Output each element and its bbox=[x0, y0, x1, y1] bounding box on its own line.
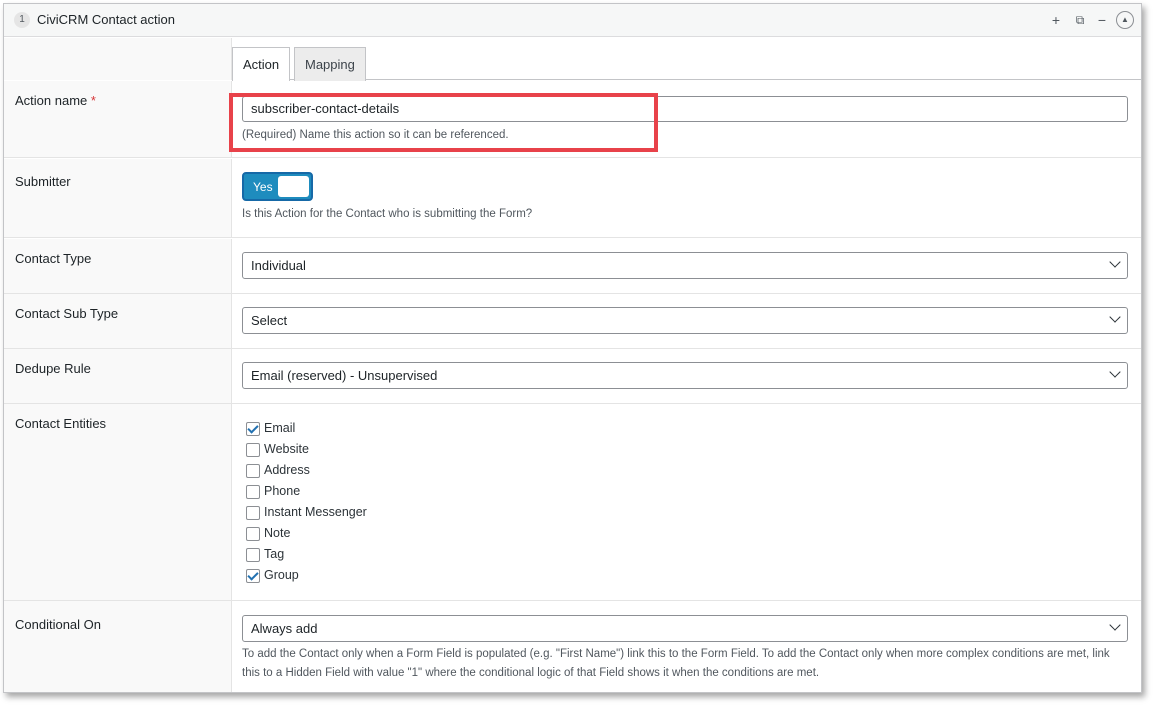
panel-title: CiviCRM Contact action bbox=[37, 12, 175, 27]
tabs-bar: Action Mapping bbox=[4, 38, 1141, 81]
action-name-label: Action name * bbox=[4, 81, 232, 157]
field-row-contact-sub-type: Contact Sub Type Select bbox=[4, 294, 1141, 349]
submitter-description: Is this Action for the Contact who is su… bbox=[242, 208, 533, 220]
field-row-conditional-on: Conditional On Always add To add the Con… bbox=[4, 601, 1141, 692]
checkbox-note[interactable] bbox=[246, 527, 260, 541]
conditional-on-description-line1: To add the Contact only when a Form Fiel… bbox=[242, 648, 1110, 660]
checkbox-website[interactable] bbox=[246, 443, 260, 457]
required-marker: * bbox=[90, 93, 96, 108]
tab-mapping[interactable]: Mapping bbox=[294, 47, 366, 81]
field-row-submitter: Submitter Yes Is this Action for the Con… bbox=[4, 159, 1141, 238]
checkbox-tag[interactable] bbox=[246, 548, 260, 562]
conditional-on-select[interactable]: Always add bbox=[242, 615, 1128, 642]
chevron-down-icon bbox=[1109, 619, 1121, 631]
chevron-down-icon bbox=[1109, 311, 1121, 323]
dedupe-rule-label: Dedupe Rule bbox=[4, 349, 232, 403]
field-row-contact-entities: Contact Entities Email Website Address P… bbox=[4, 404, 1141, 601]
checkbox-instant-messenger[interactable] bbox=[246, 506, 260, 520]
add-icon[interactable]: + bbox=[1048, 11, 1064, 29]
panel-header: 1 CiviCRM Contact action + ⧉ − ▲ bbox=[4, 4, 1141, 37]
tab-action[interactable]: Action bbox=[232, 47, 291, 81]
duplicate-icon[interactable]: ⧉ bbox=[1072, 11, 1088, 29]
conditional-on-label: Conditional On bbox=[4, 601, 232, 692]
remove-icon[interactable]: − bbox=[1094, 11, 1110, 29]
submitter-toggle[interactable]: Yes bbox=[242, 172, 313, 201]
row-number-badge: 1 bbox=[14, 12, 30, 28]
checkbox-group[interactable] bbox=[246, 569, 260, 583]
toggle-knob bbox=[278, 176, 309, 197]
action-panel: 1 CiviCRM Contact action + ⧉ − ▲ Action … bbox=[3, 3, 1142, 693]
highlight-box bbox=[229, 93, 658, 152]
field-row-contact-type: Contact Type Individual bbox=[4, 239, 1141, 294]
field-row-dedupe-rule: Dedupe Rule Email (reserved) - Unsupervi… bbox=[4, 349, 1141, 404]
toggle-yes-label: Yes bbox=[253, 180, 273, 194]
contact-sub-type-label: Contact Sub Type bbox=[4, 294, 232, 348]
chevron-down-icon bbox=[1109, 366, 1121, 378]
contact-type-select[interactable]: Individual bbox=[242, 252, 1128, 279]
dedupe-rule-select[interactable]: Email (reserved) - Unsupervised bbox=[242, 362, 1128, 389]
collapse-icon[interactable]: ▲ bbox=[1116, 11, 1134, 29]
chevron-down-icon bbox=[1109, 256, 1121, 268]
checkbox-address[interactable] bbox=[246, 464, 260, 478]
submitter-label: Submitter bbox=[4, 159, 232, 237]
conditional-on-description-line2: this to a Hidden Field with value "1" wh… bbox=[242, 667, 820, 679]
contact-sub-type-select[interactable]: Select bbox=[242, 307, 1128, 334]
contact-entities-label: Contact Entities bbox=[4, 404, 232, 600]
checkbox-email[interactable] bbox=[246, 422, 260, 436]
checkbox-phone[interactable] bbox=[246, 485, 260, 499]
contact-type-label: Contact Type bbox=[4, 239, 232, 293]
